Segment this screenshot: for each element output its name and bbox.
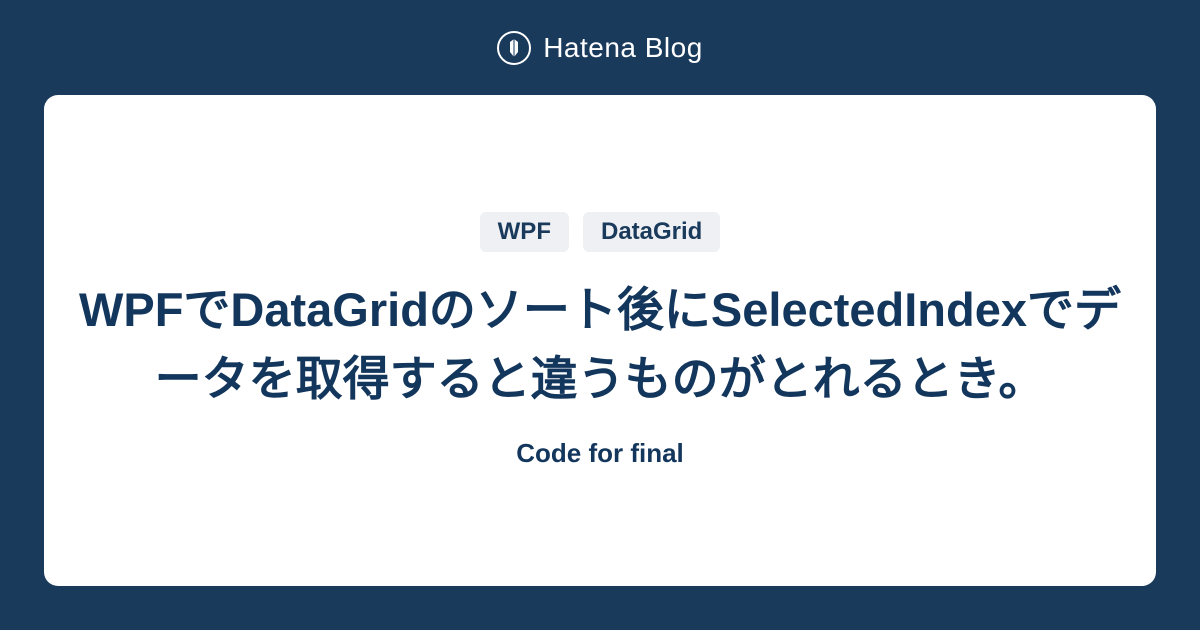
blog-name: Code for final (516, 438, 684, 469)
tag-datagrid[interactable]: DataGrid (583, 212, 720, 252)
article-title: WPFでDataGridのソート後にSelectedIndexでデータを取得する… (74, 276, 1126, 412)
brand-name: Hatena Blog (543, 32, 703, 64)
header: Hatena Blog (0, 0, 1200, 95)
hatena-logo-icon (497, 31, 531, 65)
tag-wpf[interactable]: WPF (480, 212, 569, 252)
article-card: WPF DataGrid WPFでDataGridのソート後にSelectedI… (44, 95, 1156, 586)
tag-list: WPF DataGrid (480, 212, 721, 252)
